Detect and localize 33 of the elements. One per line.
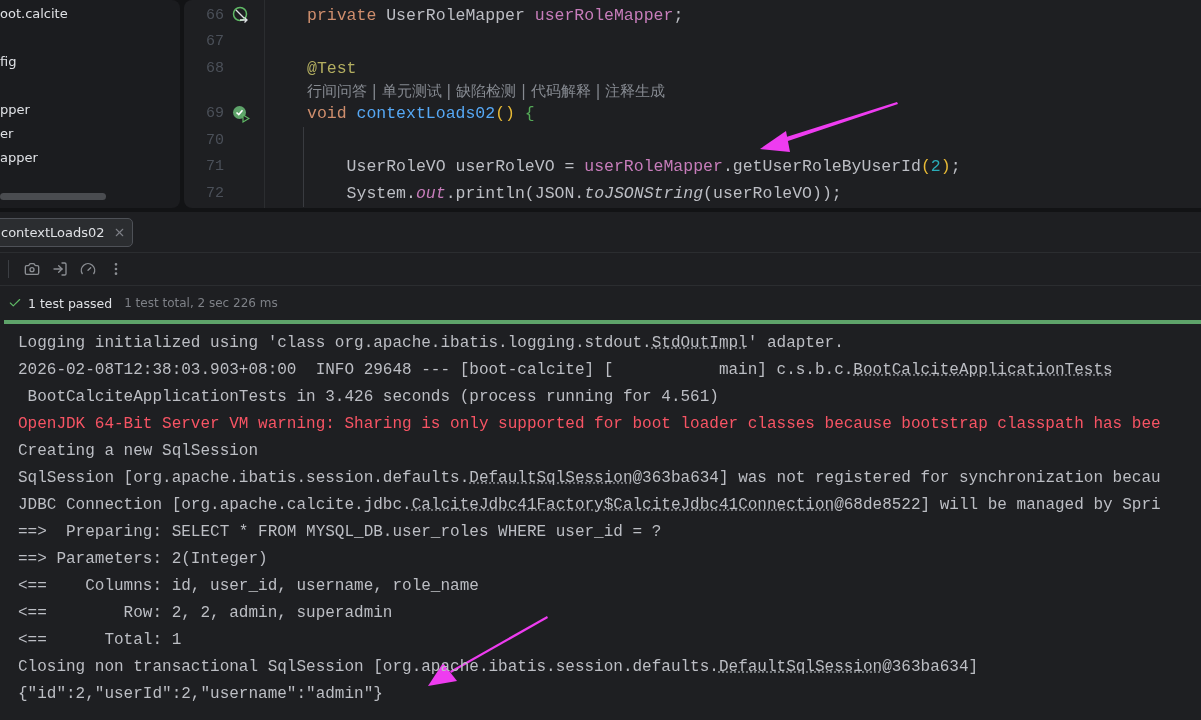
- console-line: Logging initialized using 'class org.apache.ibatis.logging.stdout.StdOutImpl' adapter.: [18, 333, 845, 354]
- console-line: ==> Preparing: SELECT * FROM MYSQL_DB.user_roles WHERE user_id = ?: [18, 522, 663, 543]
- tree-item[interactable]: oot.calcite: [0, 2, 180, 26]
- tree-item[interactable]: er: [0, 122, 180, 146]
- console-line: Creating a new SqlSession: [18, 441, 260, 462]
- tree-item[interactable]: apper: [0, 146, 180, 170]
- camera-icon[interactable]: [23, 260, 41, 278]
- test-summary: 1 test total, 2 sec 226 ms: [124, 296, 278, 310]
- code-line: void contextLoads02() {: [307, 104, 535, 124]
- scrollbar[interactable]: [0, 193, 106, 200]
- console-line: JDBC Connection [org.apache.calcite.jdbc.CalciteJdbc41Factory$CalciteJdbc41Connection@68de8522] will be managed by Spri: [18, 495, 1162, 516]
- console-line: <== Row: 2, 2, admin, superadmin: [18, 603, 394, 624]
- code-line: @Test: [307, 58, 357, 78]
- run-tab[interactable]: contextLoads02: [0, 217, 133, 247]
- code-lens-links[interactable]: 行间问答 | 单元测试 | 缺陷检测 | 代码解释 | 注释生成: [307, 81, 666, 101]
- console-line: OpenJDK 64-Bit Server VM warning: Sharing is only supported for boot loader classes because bootstrap classpath has bee: [18, 414, 1162, 435]
- tree-item[interactable]: fig: [0, 50, 180, 74]
- console-line: SqlSession [org.apache.ibatis.session.defaults.DefaultSqlSession@363ba634] was not registered for synchronization becau: [18, 468, 1162, 489]
- console-line: {"id":2,"userId":2,"username":"admin"}: [18, 684, 384, 705]
- console-line: <== Columns: id, user_id, username, role_name: [18, 576, 480, 597]
- import-icon[interactable]: [51, 260, 69, 278]
- code-line: private UserRoleMapper userRoleMapper;: [307, 5, 684, 25]
- code-line: System.out.println(JSON.toJSONString(userRoleVO));: [345, 183, 842, 203]
- console-line: BootCalciteApplicationTests in 3.426 seconds (process running for 4.561): [26, 387, 720, 408]
- test-passed-icon[interactable]: [232, 104, 250, 123]
- status-text: 1 test passed: [28, 295, 113, 311]
- console-line: ==> Parameters: 2(Integer): [18, 549, 269, 570]
- tree-item[interactable]: pper: [0, 98, 180, 122]
- bean-icon[interactable]: [232, 6, 250, 25]
- console-line: 2026-02-08T12:38:03.903+08:00 INFO 29648 --- [boot-calcite] [ main] c.s.b.c.BootCalciteApplicationTests: [18, 360, 1114, 381]
- console-line: <== Total: 1: [18, 630, 183, 651]
- check-icon: [8, 296, 22, 310]
- code-line: UserRoleVO userRoleVO = userRoleMapper.getUserRoleByUserId(2);: [345, 157, 961, 177]
